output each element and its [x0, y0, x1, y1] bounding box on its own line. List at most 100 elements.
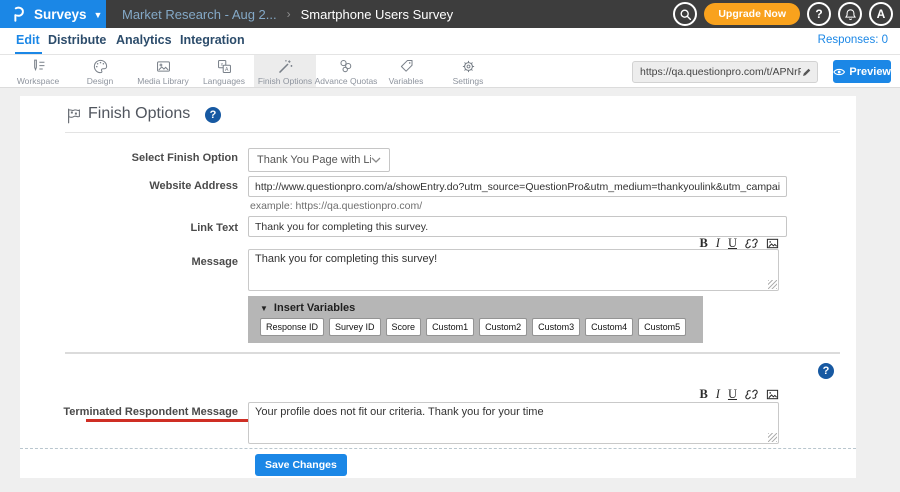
- design-palette-icon: [92, 58, 109, 75]
- settings-gear-icon: [460, 58, 477, 75]
- variable-button-score[interactable]: Score: [386, 318, 422, 336]
- variable-button-custom1[interactable]: Custom1: [426, 318, 474, 336]
- variables-tag-icon: [398, 58, 415, 75]
- finish-options-help-icon[interactable]: ?: [205, 107, 221, 123]
- top-header: Surveys ▼ Market Research - Aug 2... › S…: [0, 0, 900, 28]
- textarea-resize-handle[interactable]: [768, 280, 777, 289]
- page-title: Finish Options: [88, 105, 190, 123]
- upgrade-now-button[interactable]: Upgrade Now: [704, 3, 800, 25]
- responses-count[interactable]: Responses: 0: [818, 28, 888, 53]
- edit-toolbar: Workspace Design Media Library x A: [0, 55, 900, 88]
- eye-icon: [833, 67, 845, 77]
- red-underline-annotation: [86, 419, 262, 422]
- breadcrumb-folder[interactable]: Market Research - Aug 2...: [122, 7, 277, 22]
- image-button[interactable]: [766, 388, 779, 401]
- edit-pencil-icon[interactable]: [801, 67, 812, 78]
- search-icon: [679, 8, 692, 21]
- terminated-message-textarea[interactable]: Your profile does not fit our criteria. …: [248, 402, 779, 444]
- finish-options-wand-icon: [277, 58, 294, 75]
- advance-quotas-links-icon: [338, 58, 355, 75]
- survey-nav-tabs: Edit Distribute Analytics Integration Re…: [0, 28, 900, 55]
- breadcrumb: Market Research - Aug 2... › Smartphone …: [122, 0, 453, 28]
- variable-button-custom5[interactable]: Custom5: [638, 318, 686, 336]
- save-changes-button[interactable]: Save Changes: [255, 454, 347, 476]
- toolbar-label: Advance Quotas: [315, 76, 378, 86]
- toolbar-label: Languages: [203, 76, 245, 86]
- caret-down-icon: ▼: [94, 10, 103, 20]
- bell-icon: [844, 8, 857, 21]
- notifications-button[interactable]: [838, 2, 862, 26]
- toolbar-label: Finish Options: [258, 76, 312, 86]
- textarea-resize-handle[interactable]: [768, 433, 777, 442]
- underline-button[interactable]: U: [728, 388, 737, 401]
- toolbar-label: Workspace: [17, 76, 59, 86]
- terminated-editor-toolbar: B I U: [659, 388, 779, 401]
- variable-button-custom4[interactable]: Custom4: [585, 318, 633, 336]
- insert-variables-panel: ▼ Insert Variables Response ID Survey ID…: [248, 296, 703, 343]
- toolbar-item-media-library[interactable]: Media Library: [132, 55, 194, 87]
- insert-variables-toggle[interactable]: ▼ Insert Variables: [248, 296, 703, 317]
- section-divider: [65, 352, 840, 354]
- toolbar-item-advance-quotas[interactable]: Advance Quotas: [315, 55, 377, 87]
- svg-text:A: A: [225, 67, 229, 73]
- toolbar-item-settings[interactable]: Settings: [437, 55, 499, 87]
- survey-url-text: https://qa.questionpro.com/t/APNrFZgQ: [640, 66, 801, 78]
- bold-button[interactable]: B: [699, 388, 707, 401]
- tab-distribute[interactable]: Distribute: [48, 28, 106, 53]
- finish-option-dropdown[interactable]: Thank You Page with Link: [248, 148, 390, 172]
- breadcrumb-separator-icon: ›: [287, 7, 291, 21]
- finish-flag-icon: [65, 107, 83, 125]
- toolbar-label: Design: [87, 76, 113, 86]
- product-menu[interactable]: Surveys ▼: [0, 0, 106, 28]
- breadcrumb-survey-name: Smartphone Users Survey: [301, 7, 453, 22]
- link-text-input[interactable]: [248, 216, 787, 237]
- preview-button[interactable]: Preview: [833, 60, 891, 83]
- link-text-label: Link Text: [20, 220, 238, 236]
- toolbar-item-finish-options[interactable]: Finish Options: [254, 55, 316, 87]
- terminated-section-help-icon[interactable]: ?: [818, 363, 834, 379]
- message-textarea[interactable]: Thank you for completing this survey!: [248, 249, 779, 291]
- avatar[interactable]: A: [869, 2, 893, 26]
- workspace-icon: [30, 58, 47, 75]
- toolbar-item-variables[interactable]: Variables: [375, 55, 437, 87]
- dashed-divider: [20, 448, 856, 449]
- help-button[interactable]: ?: [807, 2, 831, 26]
- website-address-label: Website Address: [20, 178, 238, 194]
- tab-edit[interactable]: Edit: [16, 28, 40, 53]
- variable-button-survey-id[interactable]: Survey ID: [329, 318, 381, 336]
- preview-label: Preview: [849, 66, 891, 78]
- italic-button[interactable]: I: [716, 388, 720, 401]
- header-actions: Upgrade Now ? A: [673, 0, 893, 28]
- chevron-down-icon: [371, 157, 381, 163]
- insert-variables-buttons: Response ID Survey ID Score Custom1 Cust…: [248, 317, 703, 336]
- toolbar-label: Settings: [453, 76, 484, 86]
- survey-url-field[interactable]: https://qa.questionpro.com/t/APNrFZgQ: [632, 61, 818, 83]
- finish-options-panel: Finish Options ? Select Finish Option Th…: [20, 96, 856, 478]
- variable-button-response-id[interactable]: Response ID: [260, 318, 324, 336]
- media-library-icon: [155, 58, 172, 75]
- questionpro-logo-icon: [9, 5, 27, 23]
- toolbar-label: Media Library: [137, 76, 189, 86]
- finish-option-value: Thank You Page with Link: [257, 154, 371, 166]
- terminated-respondent-message-label: Terminated Respondent Message: [20, 404, 238, 420]
- questionpro-app: Surveys ▼ Market Research - Aug 2... › S…: [0, 0, 900, 492]
- divider: [65, 132, 840, 133]
- website-address-hint: example: https://qa.questionpro.com/: [250, 200, 422, 212]
- toolbar-item-languages[interactable]: x A Languages: [193, 55, 255, 87]
- website-address-input[interactable]: [248, 176, 787, 197]
- message-label: Message: [20, 254, 238, 270]
- select-finish-option-label: Select Finish Option: [20, 150, 238, 166]
- product-name: Surveys: [34, 7, 87, 22]
- tab-analytics[interactable]: Analytics: [116, 28, 172, 53]
- variable-button-custom2[interactable]: Custom2: [479, 318, 527, 336]
- caret-down-icon: ▼: [260, 304, 268, 313]
- toolbar-item-workspace[interactable]: Workspace: [7, 55, 69, 87]
- search-button[interactable]: [673, 2, 697, 26]
- toolbar-label: Variables: [389, 76, 424, 86]
- tab-integration[interactable]: Integration: [180, 28, 245, 53]
- toolbar-item-design[interactable]: Design: [69, 55, 131, 87]
- link-button[interactable]: [745, 388, 758, 401]
- variable-button-custom3[interactable]: Custom3: [532, 318, 580, 336]
- active-tab-underline: [15, 52, 42, 54]
- languages-icon: x A: [216, 58, 233, 75]
